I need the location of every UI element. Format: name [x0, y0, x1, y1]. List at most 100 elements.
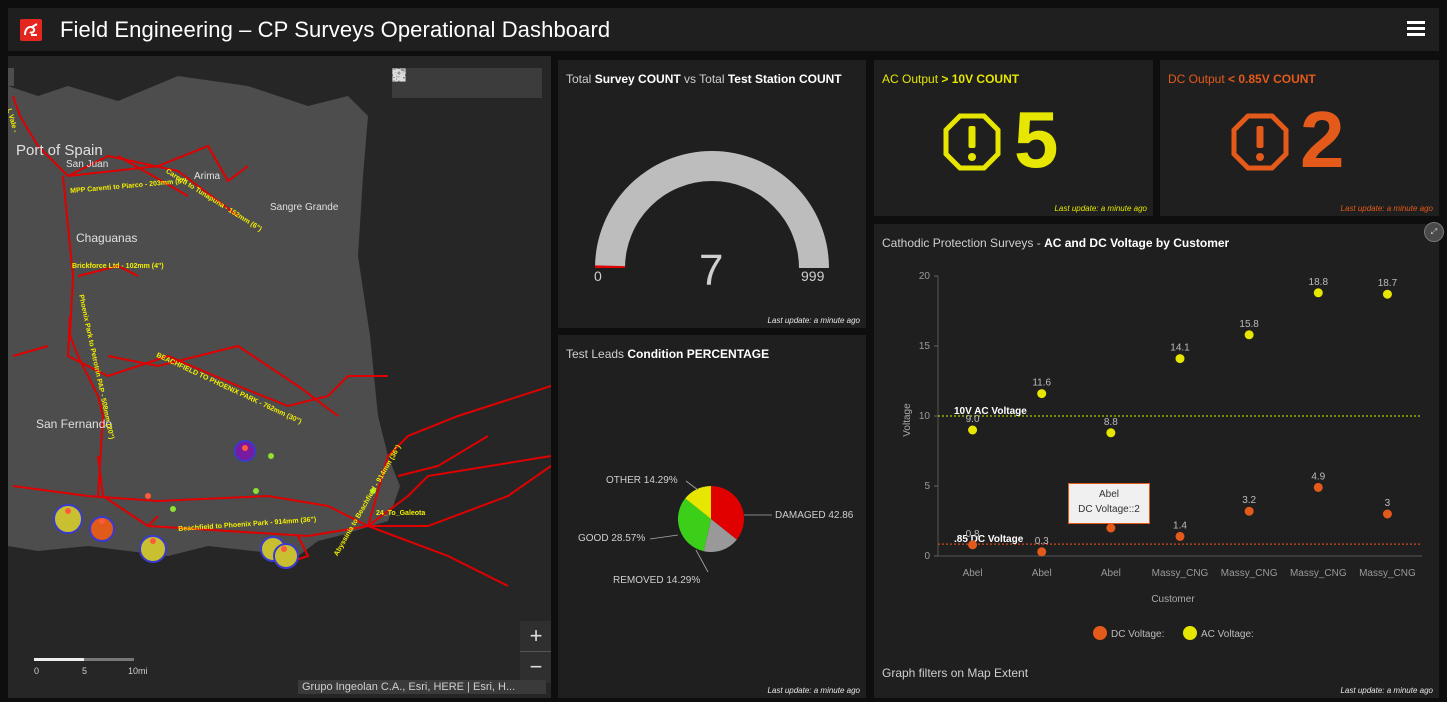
x-tick-label: Abel: [1032, 568, 1052, 579]
map-label-sangre-grande: Sangre Grande: [270, 202, 339, 213]
kpi-ac-panel: AC Output > 10V COUNT 5 Last update: a m…: [874, 60, 1153, 216]
kpi-ac-last-update: Last update: a minute ago: [1054, 204, 1147, 213]
data-point[interactable]: [1175, 354, 1185, 364]
tooltip-title: Abel: [1098, 489, 1119, 500]
zoom-control: + −: [520, 621, 551, 683]
data-label: 18.8: [1309, 277, 1329, 288]
data-point[interactable]: [968, 425, 978, 435]
map-label-port-of-spain: Port of Spain: [16, 142, 103, 159]
scale-label-0: 0: [34, 666, 40, 676]
legend-label[interactable]: AC Voltage:: [1201, 629, 1254, 640]
y-tick-label: 5: [924, 481, 930, 492]
zoom-in-button[interactable]: +: [520, 621, 551, 652]
tooltip-value: DC Voltage::2: [1078, 504, 1140, 515]
data-label: 15.8: [1239, 319, 1259, 330]
pipeline-label-galeota: 24_To_Galeota: [376, 510, 426, 517]
data-point[interactable]: [1037, 389, 1047, 399]
pipeline-label-brickforce: Brickforce Ltd - 102mm (4"): [72, 263, 164, 270]
x-tick-label: Massy_CNG: [1152, 568, 1209, 579]
x-tick-label: Massy_CNG: [1221, 568, 1278, 579]
map-label-chaguanas: Chaguanas: [76, 231, 138, 245]
hamburger-menu-icon[interactable]: [1407, 18, 1425, 38]
map-label-san-fernando: San Fernando: [36, 417, 113, 431]
y-tick-label: 10: [919, 411, 931, 422]
gauge-min-label: 0: [594, 268, 602, 284]
pie-panel: Test Leads Condition PERCENTAGE DAMAGED …: [558, 335, 866, 698]
y-tick-label: 15: [919, 341, 931, 352]
layers-icon[interactable]: [392, 69, 506, 92]
voltage-chart-panel: Cathodic Protection Surveys - AC and DC …: [874, 224, 1439, 698]
map-label-arima: Arima: [194, 171, 221, 182]
data-point[interactable]: [1037, 547, 1047, 557]
pie-last-update: Last update: a minute ago: [767, 686, 860, 695]
data-label: 3: [1385, 498, 1391, 509]
map-toolbar: [392, 68, 542, 98]
home-icon[interactable]: [393, 69, 446, 92]
data-label: 1.4: [1173, 520, 1187, 531]
gauge-max-label: 999: [801, 268, 825, 284]
basemap-icon[interactable]: [392, 68, 536, 92]
data-label: 18.7: [1378, 278, 1398, 289]
chart-footer-note: Graph filters on Map Extent: [882, 666, 1029, 680]
scale-label-10mi: 10mi: [128, 666, 148, 676]
pie-label-other: OTHER 14.29%: [606, 475, 678, 486]
map-attribution[interactable]: Grupo Ingeolan C.A., Esri, HERE | Esri, …: [298, 680, 546, 694]
legend-swatch[interactable]: [1183, 626, 1197, 640]
gauge-panel: Total Survey COUNT vs Total Test Station…: [558, 60, 866, 328]
data-point[interactable]: [1106, 523, 1116, 533]
x-tick-label: Abel: [963, 568, 983, 579]
scale-label-5: 5: [82, 666, 88, 676]
data-label: 0.8: [966, 529, 980, 540]
x-tick-label: Abel: [1101, 568, 1121, 579]
chart-tooltip: Abel DC Voltage::2: [1068, 483, 1150, 524]
data-label: 14.1: [1170, 343, 1190, 354]
legend-icon[interactable]: [393, 70, 476, 92]
data-label: 11.6: [1032, 378, 1051, 389]
gauge-value: 7: [699, 246, 724, 295]
kpi-dc-title: DC Output < 0.85V COUNT: [1168, 72, 1316, 86]
data-label: 8.8: [1104, 417, 1118, 428]
zoom-out-button[interactable]: −: [520, 652, 551, 682]
kpi-dc-panel: DC Output < 0.85V COUNT 2 Last update: a…: [1160, 60, 1439, 216]
x-axis-title: Customer: [1151, 594, 1195, 605]
data-label: 9.0: [966, 414, 980, 425]
data-label: 3.2: [1242, 495, 1256, 506]
pie-label-damaged: DAMAGED 42.86: [775, 510, 854, 521]
pie-label-good: GOOD 28.57%: [578, 533, 646, 544]
warning-octagon-icon: [943, 113, 1001, 171]
warning-octagon-icon: [1231, 113, 1289, 171]
y-axis-title: Voltage: [902, 403, 913, 437]
x-tick-label: Massy_CNG: [1290, 568, 1347, 579]
legend-swatch[interactable]: [1093, 626, 1107, 640]
reference-line-label: .85 DC Voltage: [954, 534, 1024, 545]
data-point[interactable]: [1382, 509, 1392, 519]
data-label: 4.9: [1311, 471, 1325, 482]
app-header: Field Engineering – CP Surveys Operation…: [8, 8, 1439, 51]
data-point[interactable]: [1244, 330, 1254, 340]
x-tick-label: Massy_CNG: [1359, 568, 1416, 579]
data-point[interactable]: [1382, 289, 1392, 299]
page-title: Field Engineering – CP Surveys Operation…: [60, 17, 611, 42]
kpi-dc-last-update: Last update: a minute ago: [1340, 204, 1433, 213]
company-logo-icon: [20, 19, 42, 41]
legend-label[interactable]: DC Voltage:: [1111, 629, 1164, 640]
data-label: 0.3: [1035, 536, 1049, 547]
y-tick-label: 0: [924, 551, 930, 562]
data-point[interactable]: [1175, 531, 1185, 541]
map-label-san-juan: San Juan: [66, 159, 109, 170]
kpi-ac-title: AC Output > 10V COUNT: [882, 72, 1020, 86]
data-point[interactable]: [1313, 288, 1323, 298]
data-point[interactable]: [968, 540, 978, 550]
voltage-scatter-chart[interactable]: 0 5 10 15 20 Abel Abel Abel Massy_CNG Massy_CNG M…: [874, 224, 1439, 698]
kpi-dc-value: 2: [1300, 95, 1345, 184]
chart-last-update: Last update: a minute ago: [1340, 686, 1433, 695]
data-point[interactable]: [1106, 428, 1116, 438]
gauge-last-update: Last update: a minute ago: [767, 316, 860, 325]
y-tick-label: 20: [919, 271, 931, 282]
data-point[interactable]: [1313, 482, 1323, 492]
pie-label-removed: REMOVED 14.29%: [613, 575, 701, 586]
data-point[interactable]: [1244, 506, 1254, 516]
expand-icon[interactable]: ⤢: [1424, 222, 1444, 242]
map-panel[interactable]: Port of Spain San Juan Sangre Grande Cha…: [8, 56, 551, 698]
kpi-ac-value: 5: [1014, 95, 1059, 184]
